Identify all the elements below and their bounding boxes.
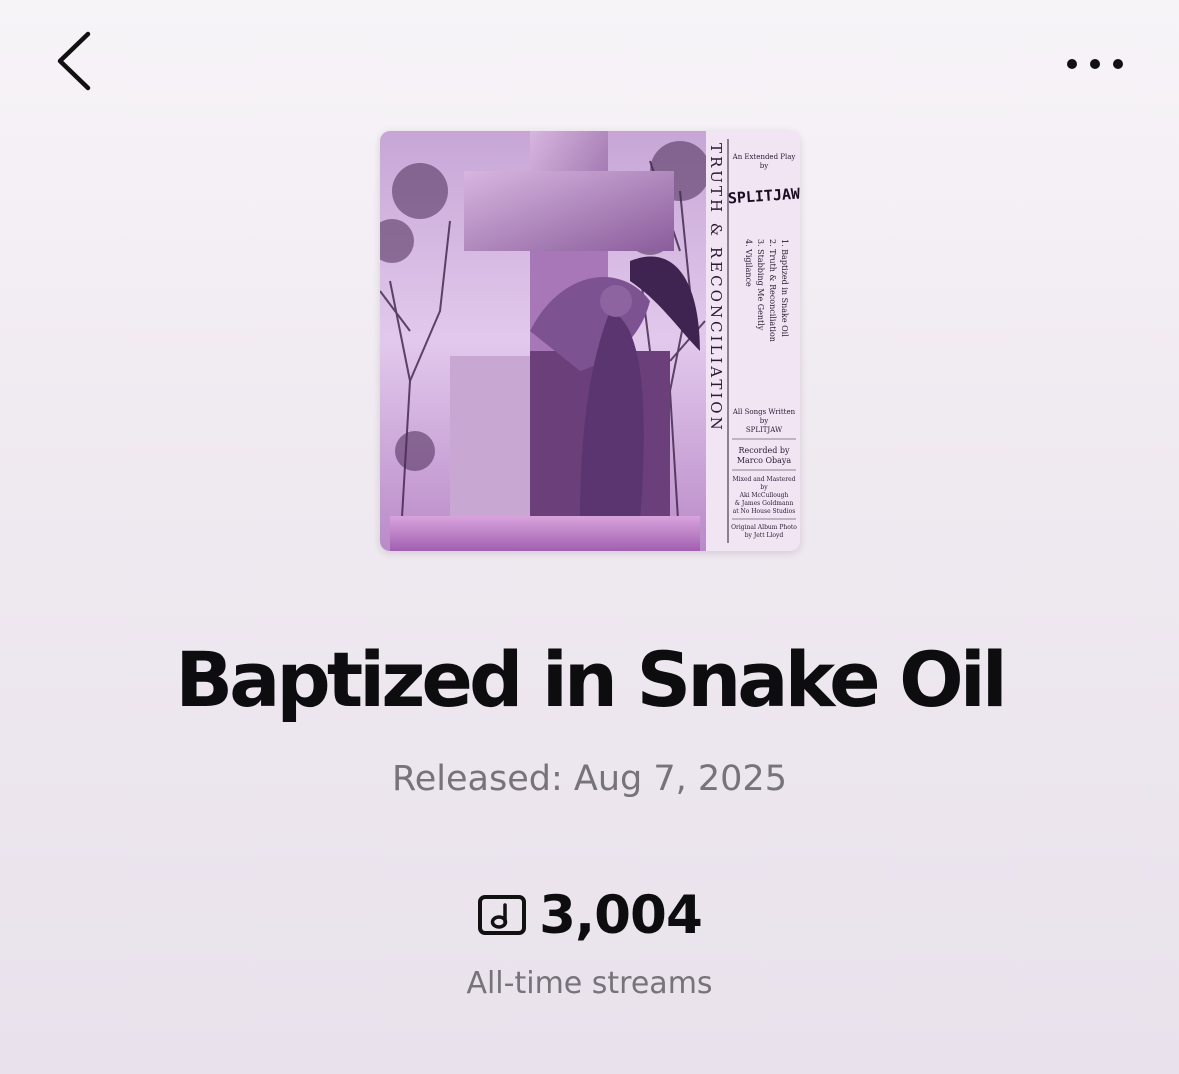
svg-text:All Songs Written: All Songs Written (732, 408, 796, 416)
music-note-square-icon (478, 895, 527, 935)
svg-text:1. Baptized in Snake Oil: 1. Baptized in Snake Oil (780, 239, 789, 337)
svg-text:Recorded by: Recorded by (738, 446, 790, 455)
streams-count: 3,004 (539, 884, 703, 946)
svg-text:& James Goldmann: & James Goldmann (735, 500, 794, 507)
svg-text:3. Stabbing Me Gently: 3. Stabbing Me Gently (756, 239, 765, 331)
back-button[interactable] (52, 28, 100, 94)
svg-text:4. Vigilance: 4. Vigilance (744, 239, 753, 287)
svg-text:by: by (760, 162, 768, 170)
streams-stat: 3,004 (0, 880, 1179, 950)
svg-text:by: by (760, 417, 768, 425)
svg-text:2. Truth & Reconciliation: 2. Truth & Reconciliation (768, 239, 777, 342)
svg-text:Aki McCullough: Aki McCullough (739, 492, 789, 499)
chevron-left-icon (57, 31, 91, 91)
svg-text:SPLITJAW: SPLITJAW (746, 426, 783, 434)
album-cover: TRUTH & RECONCILIATION An Extended Play … (380, 131, 800, 551)
svg-text:Marco Obaya: Marco Obaya (737, 456, 792, 465)
more-options-button[interactable] (1062, 50, 1128, 78)
svg-text:TRUTH & RECONCILIATION: TRUTH & RECONCILIATION (707, 143, 725, 433)
svg-text:by: by (760, 484, 768, 491)
svg-text:Mixed and Mastered: Mixed and Mastered (733, 476, 796, 483)
release-date: Released: Aug 7, 2025 (392, 759, 787, 799)
more-horizontal-icon (1067, 59, 1123, 69)
svg-text:at No House Studios: at No House Studios (733, 508, 796, 515)
svg-text:by Jett Lloyd: by Jett Lloyd (745, 532, 784, 539)
svg-text:An Extended Play: An Extended Play (732, 153, 796, 161)
streams-label: All-time streams (466, 966, 713, 1001)
svg-text:Original Album Photo: Original Album Photo (731, 524, 797, 531)
album-title: Baptized in Snake Oil (175, 635, 1008, 724)
